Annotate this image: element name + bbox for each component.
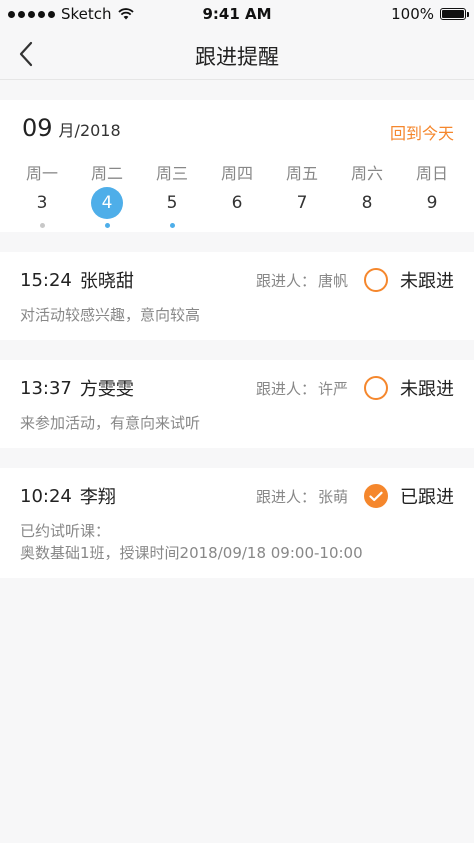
note-line: 来参加活动，有意向来试听: [20, 414, 201, 432]
day-3[interactable]: 周一 3: [10, 160, 74, 230]
checked-circle-icon: [364, 484, 388, 508]
week-calendar: 09 月/2018 回到今天 周一 3 周二 4 周三 5 周四 6 周五 7 周六 8 周日 9: [0, 100, 474, 232]
day-7[interactable]: 周五 7: [270, 160, 334, 230]
navigation-bar: 跟进提醒: [0, 28, 474, 80]
weekday-label: 周三: [155, 164, 188, 183]
day-number: 6: [231, 193, 243, 213]
day-number: 5: [166, 193, 178, 213]
month-number: 09: [22, 114, 53, 142]
student-name: 李翔: [79, 487, 116, 508]
follow-status-label: 未跟进: [400, 379, 454, 400]
weekday-label: 周一: [25, 164, 58, 183]
follow-up-card[interactable]: 10:24 李翔 跟进人： 张萌 已跟进已约试听课： 奥数基础1班，授课时间2018/09…: [0, 468, 474, 578]
weekday-label: 周日: [415, 164, 448, 183]
follow-status-label: 未跟进: [400, 271, 454, 292]
day-9[interactable]: 周日 9: [400, 160, 464, 230]
note-line: 已约试听课：: [20, 522, 111, 540]
weekday-label: 周六: [350, 164, 383, 183]
battery-percent: 100%: [391, 5, 434, 23]
unchecked-circle-icon: [364, 268, 388, 292]
back-to-today-button[interactable]: 回到今天: [390, 120, 454, 144]
follow-up-note: 已约试听课： 奥数基础1班，授课时间2018/09/18 09:00-10:00: [20, 520, 454, 564]
follow-up-time: 15:24: [20, 269, 72, 291]
page-title: 跟进提醒: [195, 45, 279, 69]
follow-status-toggle[interactable]: 未跟进: [364, 267, 454, 293]
day-number: 8: [361, 193, 373, 213]
follow-up-note: 来参加活动，有意向来试听: [20, 412, 454, 434]
event-indicator-dot: [104, 222, 110, 228]
weekday-label: 周二: [90, 164, 123, 183]
status-bar: Sketch 9:41 AM 100%: [0, 0, 474, 28]
day-number: 9: [426, 193, 438, 213]
follow-status-label: 已跟进: [400, 487, 454, 508]
day-6[interactable]: 周四 6: [205, 160, 269, 230]
follow-status-toggle[interactable]: 已跟进: [364, 483, 454, 509]
day-number: 7: [296, 193, 308, 213]
follower-label: 跟进人：: [255, 487, 316, 506]
day-number: 3: [36, 193, 48, 213]
day-number: 4: [91, 187, 123, 219]
month-label: 09 月/2018: [22, 114, 121, 142]
follow-up-card[interactable]: 13:37 方雯雯 跟进人： 许严 未跟进来参加活动，有意向来试听: [0, 360, 474, 448]
follow-up-list: 15:24 张晓甜 跟进人： 唐帆 未跟进 对活动较感兴趣，意向较高 13:37 方雯雯 跟进人…: [0, 252, 474, 578]
follow-up-time: 13:37: [20, 377, 72, 399]
follower-label: 跟进人：: [255, 379, 316, 398]
follower-name: 许严: [318, 379, 349, 398]
day-4[interactable]: 周二 4: [75, 160, 139, 230]
weekday-label: 周五: [285, 164, 318, 183]
note-line: 奥数基础1班，授课时间2018/09/18 09:00-10:00: [20, 544, 363, 562]
follower-label: 跟进人：: [255, 271, 316, 290]
student-name: 方雯雯: [79, 379, 134, 400]
follower-name: 唐帆: [318, 271, 349, 290]
follower-name: 张萌: [318, 487, 349, 506]
follow-up-time: 10:24: [20, 485, 72, 507]
student-name: 张晓甜: [79, 271, 134, 292]
battery-info: 100%: [391, 5, 469, 23]
follow-status-toggle[interactable]: 未跟进: [364, 375, 454, 401]
follow-up-card[interactable]: 15:24 张晓甜 跟进人： 唐帆 未跟进对活动较感兴趣，意向较高: [0, 252, 474, 340]
note-line: 对活动较感兴趣，意向较高: [20, 306, 201, 324]
weekday-label: 周四: [220, 164, 253, 183]
week-days: 周一 3 周二 4 周三 5 周四 6 周五 7 周六 8 周日 9: [0, 160, 474, 230]
day-8[interactable]: 周六 8: [335, 160, 399, 230]
event-indicator-dot: [39, 222, 45, 228]
day-5[interactable]: 周三 5: [140, 160, 204, 230]
unchecked-circle-icon: [364, 376, 388, 400]
battery-icon: [440, 8, 469, 20]
event-indicator-dot: [169, 222, 175, 228]
follow-up-note: 对活动较感兴趣，意向较高: [20, 304, 454, 326]
month-year: 月/2018: [58, 121, 121, 140]
